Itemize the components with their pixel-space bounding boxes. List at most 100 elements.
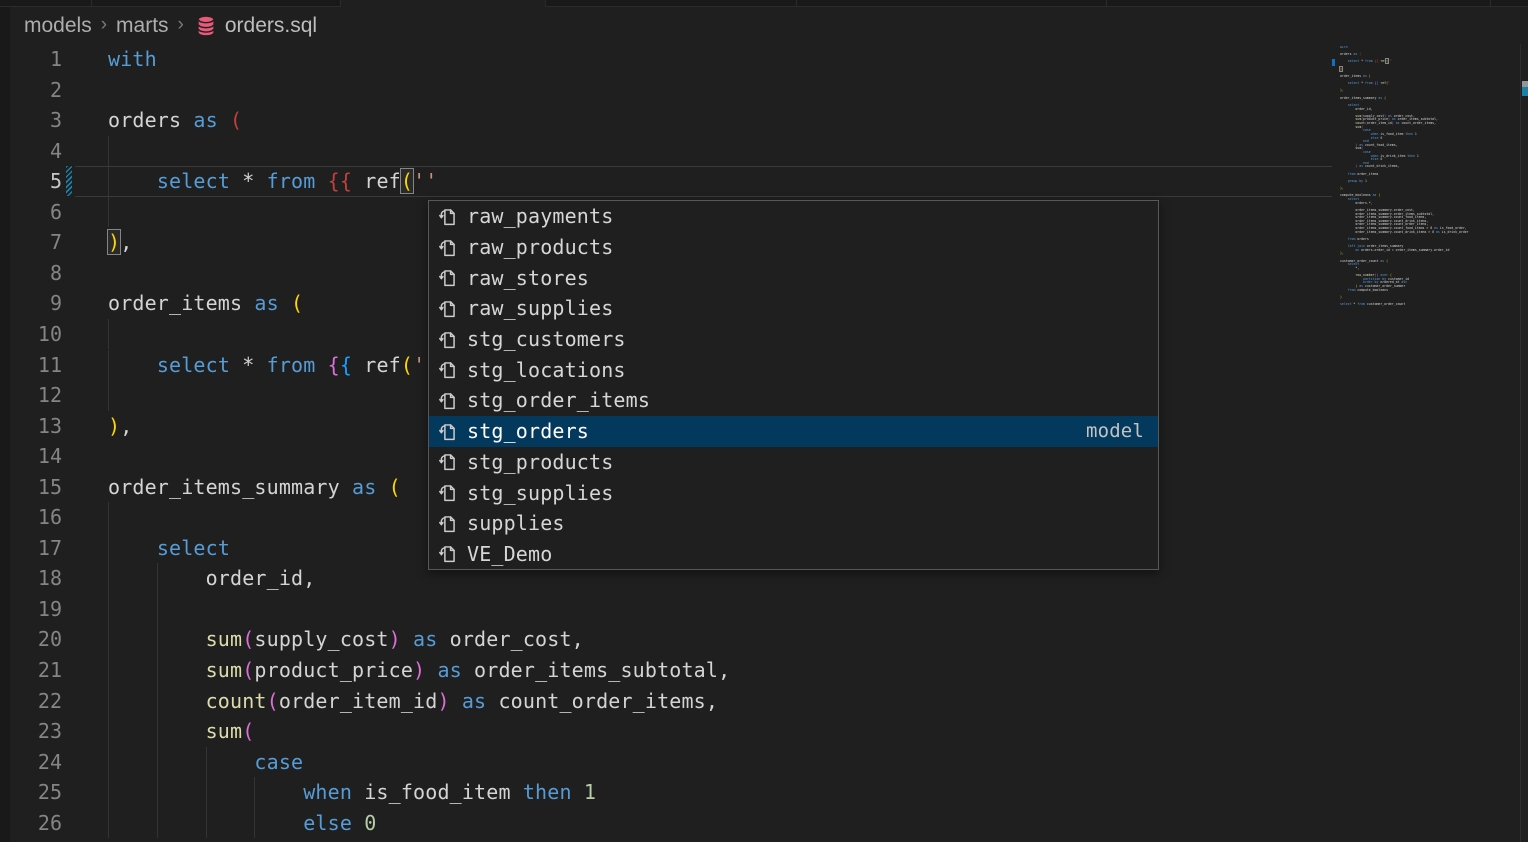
line-number[interactable]: 22 [0,686,62,717]
code-token: select [1340,302,1352,306]
line-number[interactable]: 25 [0,777,62,808]
line-number[interactable]: 16 [0,502,62,533]
code-line[interactable]: end [108,838,291,842]
code-line[interactable]: sum(supply_cost) as order_cost, [108,624,584,655]
minimap[interactable]: withorders as ( select * from {{ ref('')… [1332,46,1518,336]
indent-guide [108,136,109,167]
code-token: *, [1340,266,1359,270]
overview-ruler[interactable] [1521,44,1528,842]
line-number[interactable]: 7 [0,227,62,258]
code-token [376,475,388,499]
line-number[interactable]: 15 [0,472,62,503]
minimap-line: orders.*, [1340,202,1373,206]
code-line[interactable]: ), [108,227,132,258]
line-number[interactable]: 21 [0,655,62,686]
code-token: ( [401,169,413,193]
code-token: ( [230,108,242,132]
suggest-item-label: VE_Demo [467,542,552,566]
code-line[interactable]: else 0 [108,808,376,839]
line-number[interactable]: 27 [0,838,62,842]
line-number[interactable]: 12 [0,380,62,411]
line-number[interactable]: 9 [0,288,62,319]
code-line[interactable]: select * from {{ ref('' [108,166,437,197]
code-line[interactable]: ), [108,411,132,442]
suggest-item-stg_order_items[interactable]: stg_order_items [429,385,1158,416]
line-number[interactable]: 17 [0,533,62,564]
code-token: 0 [1380,157,1382,161]
line-number[interactable]: 6 [0,197,62,228]
code-token: supply_cost [254,627,388,651]
suggest-item-stg_orders[interactable]: stg_ordersmodel [429,416,1158,447]
line-number[interactable]: 23 [0,716,62,747]
code-token: order_cost, [437,627,583,651]
code-token: ) [108,230,120,254]
line-number[interactable]: 4 [0,136,62,167]
suggest-item-raw_payments[interactable]: raw_payments [429,201,1158,232]
code-line[interactable]: with [108,44,157,75]
code-line[interactable]: orders as ( [108,105,242,136]
tab[interactable] [92,0,341,7]
breadcrumb-item-models[interactable]: models [24,14,92,38]
line-number[interactable]: 5 [0,166,62,197]
code-token: order_items_subtotal, [462,658,730,682]
code-line[interactable]: select * from {{ ref(' [108,350,425,381]
minimap-line: from order_items [1340,173,1378,177]
suggest-item-VE_Demo[interactable]: VE_Demo [429,539,1158,570]
code-token: '' [1388,59,1392,63]
breadcrumb-item-marts[interactable]: marts [116,14,169,38]
indent-guide [157,716,158,747]
line-number[interactable]: 1 [0,44,62,75]
code-token [450,689,462,713]
code-token: orders.*, [1340,201,1373,205]
code-line[interactable]: sum(product_price) as order_items_subtot… [108,655,730,686]
suggest-item-stg_locations[interactable]: stg_locations [429,354,1158,385]
code-line[interactable]: order_items_summary as ( [108,472,401,503]
tab[interactable] [1107,0,1491,7]
suggest-item-stg_supplies[interactable]: stg_supplies [429,477,1158,508]
breadcrumb-file-name[interactable]: orders.sql [225,14,317,38]
line-number[interactable]: 13 [0,411,62,442]
line-number[interactable]: 10 [0,319,62,350]
minimap-line: from compute_booleans [1340,289,1388,293]
code-line[interactable]: when is_food_item then 1 [108,777,596,808]
code-token: {{ [328,169,352,193]
line-number[interactable]: 2 [0,75,62,106]
line-number[interactable]: 11 [0,350,62,381]
tab[interactable] [0,0,92,7]
code-line[interactable]: count(order_item_id) as count_order_item… [108,686,718,717]
indent-guide [108,380,109,411]
code-token: 1 [584,780,596,804]
line-number[interactable]: 3 [0,105,62,136]
line-number[interactable]: 14 [0,441,62,472]
indent-guide [108,350,109,381]
tab-active[interactable] [341,0,546,7]
line-number[interactable]: 8 [0,258,62,289]
code-line[interactable]: select [108,533,230,564]
code-line[interactable]: order_items as ( [108,288,303,319]
line-number[interactable]: 19 [0,594,62,625]
code-token: ( [242,627,254,651]
indent-guide [108,777,109,808]
line-number[interactable]: 18 [0,563,62,594]
suggest-item-stg_customers[interactable]: stg_customers [429,324,1158,355]
tab[interactable] [1491,0,1528,7]
code-line[interactable]: order_id, [108,563,315,594]
code-line[interactable]: sum( [108,716,254,747]
suggest-item-raw_stores[interactable]: raw_stores [429,262,1158,293]
code-line[interactable]: case [108,747,303,778]
suggest-item-stg_products[interactable]: stg_products [429,447,1158,478]
tab[interactable] [546,0,797,7]
indent-guide [157,808,158,839]
line-number[interactable]: 24 [0,747,62,778]
suggest-item-raw_products[interactable]: raw_products [429,232,1158,263]
suggest-item-raw_supplies[interactable]: raw_supplies [429,293,1158,324]
code-token: order_items [108,291,254,315]
code-token [1340,81,1348,85]
indent-guide [157,594,158,625]
tab[interactable] [797,0,1107,7]
line-number[interactable]: 26 [0,808,62,839]
line-number[interactable]: 20 [0,624,62,655]
code-token: sum [206,627,243,651]
suggest-item-label: stg_customers [467,327,626,351]
suggest-item-supplies[interactable]: supplies [429,508,1158,539]
